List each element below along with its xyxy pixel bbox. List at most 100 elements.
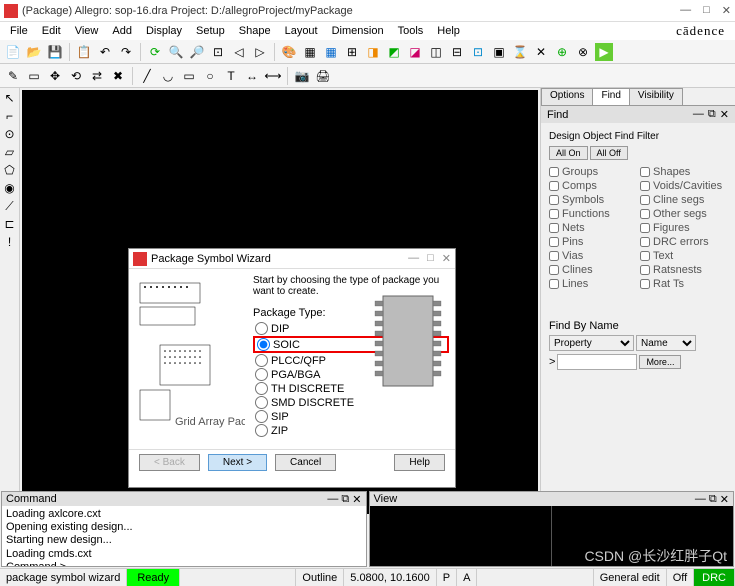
- drc-icon[interactable]: !: [2, 234, 18, 250]
- chk-symbols[interactable]: [549, 195, 559, 205]
- open-icon[interactable]: 📂: [25, 43, 43, 61]
- status-a[interactable]: A: [457, 569, 477, 586]
- status-p[interactable]: P: [437, 569, 457, 586]
- copy-icon[interactable]: 📋: [75, 43, 93, 61]
- tab-options[interactable]: Options: [541, 88, 593, 105]
- cancel-button[interactable]: Cancel: [275, 454, 336, 471]
- chk-text[interactable]: [640, 251, 650, 261]
- view-min-icon[interactable]: —: [695, 493, 706, 506]
- view-pin-icon[interactable]: ⧉: [709, 493, 717, 506]
- zoom-prev-icon[interactable]: ◁: [230, 43, 248, 61]
- menu-help[interactable]: Help: [431, 24, 466, 38]
- circle-icon[interactable]: ○: [201, 67, 219, 85]
- tool11-icon[interactable]: ⊕: [553, 43, 571, 61]
- trace-icon[interactable]: ⟋: [2, 198, 18, 214]
- layer-icon[interactable]: ▦: [301, 43, 319, 61]
- rotate-icon[interactable]: ⟲: [67, 67, 85, 85]
- tool4-icon[interactable]: ◪: [406, 43, 424, 61]
- new-icon[interactable]: 📄: [4, 43, 22, 61]
- chk-nets[interactable]: [549, 223, 559, 233]
- chk-ratts[interactable]: [640, 279, 650, 289]
- panel-pin-icon[interactable]: ⧉: [708, 108, 716, 121]
- chk-comps[interactable]: [549, 181, 559, 191]
- color-icon[interactable]: 🎨: [280, 43, 298, 61]
- tool8-icon[interactable]: ▣: [490, 43, 508, 61]
- menu-file[interactable]: File: [4, 24, 34, 38]
- tool7-icon[interactable]: ⊡: [469, 43, 487, 61]
- arc-icon[interactable]: ◡: [159, 67, 177, 85]
- chk-functions[interactable]: [549, 209, 559, 219]
- all-on-button[interactable]: All On: [549, 146, 588, 160]
- more-button[interactable]: More...: [639, 355, 681, 369]
- find-input[interactable]: [557, 354, 637, 370]
- expand-icon[interactable]: >: [549, 356, 555, 368]
- menu-edit[interactable]: Edit: [36, 24, 67, 38]
- rect-icon[interactable]: ▭: [180, 67, 198, 85]
- chk-groups[interactable]: [549, 167, 559, 177]
- tool12-icon[interactable]: ⊗: [574, 43, 592, 61]
- tool13-icon[interactable]: ▶: [595, 43, 613, 61]
- chk-lines[interactable]: [549, 279, 559, 289]
- select-icon[interactable]: ▭: [25, 67, 43, 85]
- next-button[interactable]: Next >: [208, 454, 267, 471]
- dialog-min-icon[interactable]: —: [408, 252, 419, 265]
- cmd-min-icon[interactable]: —: [327, 493, 338, 506]
- close-icon[interactable]: ✕: [722, 4, 731, 17]
- mirror-icon[interactable]: ⇄: [88, 67, 106, 85]
- all-off-button[interactable]: All Off: [590, 146, 628, 160]
- menu-view[interactable]: View: [69, 24, 105, 38]
- tab-visibility[interactable]: Visibility: [629, 88, 683, 105]
- zoom-fit-icon[interactable]: ⊡: [209, 43, 227, 61]
- move-icon[interactable]: ✥: [46, 67, 64, 85]
- menu-setup[interactable]: Setup: [190, 24, 231, 38]
- chk-clines[interactable]: [549, 265, 559, 275]
- tool-icon[interactable]: ⊞: [343, 43, 361, 61]
- property-select[interactable]: Property: [549, 335, 634, 351]
- delete-icon[interactable]: ✖: [109, 67, 127, 85]
- view-close-icon[interactable]: ✕: [720, 493, 729, 506]
- camera-icon[interactable]: 📷: [293, 67, 311, 85]
- menu-dimension[interactable]: Dimension: [326, 24, 390, 38]
- tool3-icon[interactable]: ◩: [385, 43, 403, 61]
- chk-clinesegs[interactable]: [640, 195, 650, 205]
- zoom-next-icon[interactable]: ▷: [251, 43, 269, 61]
- maximize-icon[interactable]: □: [703, 4, 710, 17]
- line-icon[interactable]: ╱: [138, 67, 156, 85]
- help-button[interactable]: Help: [394, 454, 445, 471]
- edit-icon[interactable]: ✎: [4, 67, 22, 85]
- chk-pins[interactable]: [549, 237, 559, 247]
- back-button[interactable]: < Back: [139, 454, 200, 471]
- menu-layout[interactable]: Layout: [279, 24, 324, 38]
- radio-smddiscrete[interactable]: SMD DISCRETE: [253, 396, 449, 409]
- cmd-pin-icon[interactable]: ⧉: [341, 493, 349, 506]
- via-icon[interactable]: ⊙: [2, 126, 18, 142]
- print-icon[interactable]: 🖨: [314, 67, 332, 85]
- undo-icon[interactable]: ↶: [96, 43, 114, 61]
- tool6-icon[interactable]: ⊟: [448, 43, 466, 61]
- refresh-icon[interactable]: ⟳: [146, 43, 164, 61]
- radio-zip[interactable]: ZIP: [253, 424, 449, 437]
- menu-shape[interactable]: Shape: [233, 24, 277, 38]
- view-canvas[interactable]: [370, 506, 734, 566]
- chk-drcerrors[interactable]: [640, 237, 650, 247]
- zoom-in-icon[interactable]: 🔍: [167, 43, 185, 61]
- tool9-icon[interactable]: ⌛: [511, 43, 529, 61]
- poly-icon[interactable]: ⬠: [2, 162, 18, 178]
- menu-display[interactable]: Display: [140, 24, 188, 38]
- constraint-icon[interactable]: ⊏: [2, 216, 18, 232]
- grid-icon[interactable]: ▦: [322, 43, 340, 61]
- text-icon[interactable]: T: [222, 67, 240, 85]
- tool5-icon[interactable]: ◫: [427, 43, 445, 61]
- wire-icon[interactable]: ⌐: [2, 108, 18, 124]
- chk-voids[interactable]: [640, 181, 650, 191]
- menu-tools[interactable]: Tools: [392, 24, 430, 38]
- radio-sip[interactable]: SIP: [253, 410, 449, 423]
- panel-min-icon[interactable]: —: [693, 108, 704, 121]
- tab-find[interactable]: Find: [592, 88, 629, 105]
- tool2-icon[interactable]: ◨: [364, 43, 382, 61]
- measure-icon[interactable]: ⟷: [264, 67, 282, 85]
- command-output[interactable]: Loading axlcore.cxt Opening existing des…: [2, 506, 366, 566]
- dialog-max-icon[interactable]: □: [427, 252, 434, 265]
- chk-shapes[interactable]: [640, 167, 650, 177]
- dialog-close-icon[interactable]: ✕: [442, 252, 451, 265]
